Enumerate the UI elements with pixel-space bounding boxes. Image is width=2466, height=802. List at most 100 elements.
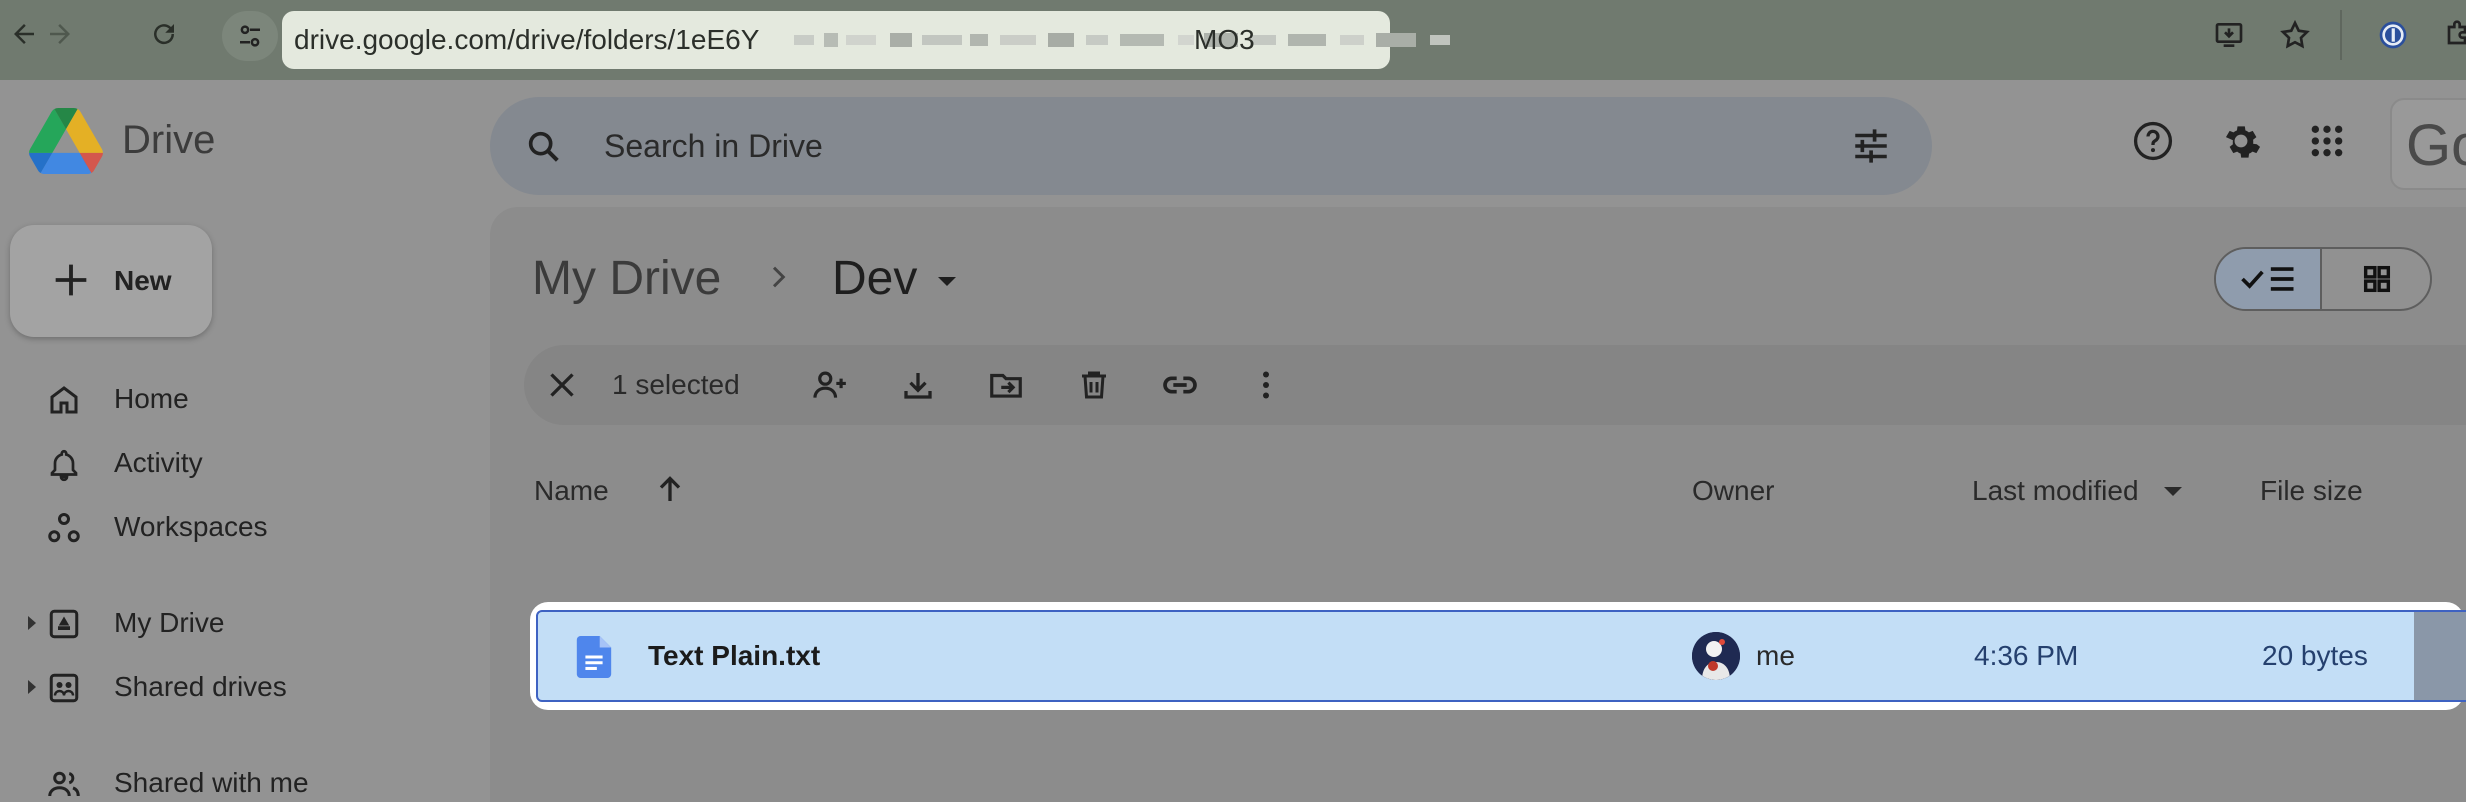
- plus-icon: [55, 264, 87, 296]
- close-icon[interactable]: [544, 367, 580, 403]
- file-name[interactable]: Text Plain.txt: [648, 612, 820, 700]
- sidebar-item-label: Activity: [114, 447, 203, 478]
- account-logo-text: Go: [2406, 113, 2466, 178]
- add-person-icon: [813, 371, 846, 398]
- more-vert-icon: [1263, 371, 1269, 399]
- bookmark-button[interactable]: [2274, 14, 2316, 56]
- folder-menu-dropdown-icon[interactable]: [938, 277, 956, 286]
- workspaces-icon: [48, 513, 80, 543]
- password-extension-button[interactable]: [2372, 14, 2414, 56]
- settings-button[interactable]: [2218, 118, 2264, 164]
- search-input[interactable]: Search in Drive: [604, 97, 823, 195]
- bell-icon: [50, 449, 78, 482]
- my-drive-icon: [49, 609, 79, 639]
- more-actions-button[interactable]: [1246, 365, 1286, 405]
- redacted-url-segment: [794, 33, 1450, 47]
- file-owner: me: [1756, 640, 1795, 671]
- arrow-right-icon: [50, 24, 70, 44]
- expand-caret-icon[interactable]: [28, 680, 36, 694]
- file-last-modified: 4:36 PM: [1974, 640, 2079, 671]
- chevron-right-icon: [772, 266, 786, 288]
- sidebar-item-label: Shared with me: [114, 767, 309, 798]
- apps-button[interactable]: [2304, 118, 2350, 164]
- sidebar-item-label: Home: [114, 383, 189, 414]
- download-button[interactable]: [898, 365, 938, 405]
- sidebar-item-home[interactable]: Home: [0, 372, 480, 426]
- new-button[interactable]: New: [10, 225, 212, 337]
- star-icon: [2280, 19, 2310, 49]
- sidebar-item-shared-drives[interactable]: Shared drives: [0, 660, 480, 714]
- selection-toolbar: 1 selected: [524, 345, 2466, 425]
- grid-icon: [2363, 265, 2391, 293]
- home-icon: [50, 386, 78, 414]
- drive-logo-icon: [29, 108, 103, 174]
- sidebar-item-label: My Drive: [114, 607, 225, 638]
- column-header-owner: Owner: [1692, 475, 1775, 506]
- selected-count: 1 selected: [612, 369, 740, 400]
- file-size: 20 bytes: [2262, 640, 2368, 671]
- share-button[interactable]: [810, 365, 850, 405]
- sidebar-item-workspaces[interactable]: Workspaces: [0, 500, 480, 554]
- extensions-button[interactable]: [2436, 14, 2466, 56]
- move-to-folder-icon: [990, 373, 1022, 398]
- search-options-icon[interactable]: [1850, 125, 1892, 167]
- drive-app: Drive Search in Drive Go New Home Activi…: [0, 80, 2466, 802]
- row-overflow-edge: [2414, 612, 2466, 700]
- help-button[interactable]: [2130, 118, 2176, 164]
- sidebar-item-my-drive[interactable]: My Drive: [0, 596, 480, 650]
- table-row[interactable]: Text Plain.txt me 4:36 PM 20 bytes: [536, 610, 2466, 702]
- new-button-label: New: [114, 265, 172, 296]
- people-icon: [48, 771, 80, 797]
- url-text: drive.google.com/drive/folders/1eE6Y: [294, 24, 760, 55]
- back-button[interactable]: [4, 14, 44, 54]
- copy-link-button[interactable]: [1160, 365, 1200, 405]
- reload-button[interactable]: [144, 14, 184, 54]
- gear-icon: [2225, 126, 2261, 158]
- document-icon: [576, 636, 612, 678]
- list-view-button[interactable]: [2216, 249, 2322, 309]
- url-text-end: MO3: [1194, 24, 1255, 55]
- reload-icon: [154, 24, 175, 45]
- toolbar-divider: [2340, 10, 2342, 60]
- sidebar-item-shared-with-me[interactable]: Shared with me: [0, 756, 480, 802]
- sidebar-item-activity[interactable]: Activity: [0, 436, 480, 490]
- column-header-last-modified[interactable]: Last modified: [1972, 471, 2139, 511]
- column-header-file-size[interactable]: File size: [2260, 471, 2363, 511]
- breadcrumb-current-folder[interactable]: Dev: [832, 251, 917, 306]
- avatar: [1692, 632, 1740, 680]
- search-icon[interactable]: [524, 127, 564, 167]
- sidebar-item-label: Shared drives: [114, 671, 287, 702]
- address-bar[interactable]: drive.google.com/drive/folders/1eE6Y MO3: [282, 11, 1450, 69]
- search-bar[interactable]: Search in Drive: [490, 97, 1932, 195]
- install-app-button[interactable]: [2208, 14, 2250, 56]
- sidebar-item-label: Workspaces: [114, 511, 268, 542]
- site-info-button[interactable]: [222, 11, 278, 61]
- install-app-icon: [2215, 23, 2243, 47]
- main-content: My Drive Dev 1 selected Name Owner Last …: [490, 207, 2466, 802]
- puzzle-icon: [2447, 20, 2466, 45]
- sort-menu-dropdown-icon[interactable]: [2164, 487, 2182, 496]
- delete-button[interactable]: [1074, 365, 1114, 405]
- expand-caret-icon[interactable]: [28, 616, 36, 630]
- owner-avatar-icon: [1692, 632, 1740, 680]
- download-icon: [904, 373, 932, 399]
- tune-icon: [240, 25, 260, 47]
- apps-grid-icon: [2311, 125, 2343, 157]
- breadcrumb-root[interactable]: My Drive: [532, 251, 721, 306]
- link-icon: [1163, 376, 1197, 394]
- grid-view-button[interactable]: [2322, 249, 2430, 309]
- help-icon: [2133, 121, 2173, 161]
- trash-icon: [1082, 371, 1106, 399]
- password-manager-icon: [2379, 21, 2407, 49]
- view-toggle: [2214, 247, 2432, 311]
- sort-ascending-icon[interactable]: [652, 469, 688, 509]
- shared-drives-icon: [49, 673, 79, 703]
- forward-button[interactable]: [40, 14, 80, 54]
- arrow-left-icon: [14, 24, 34, 44]
- account-switcher[interactable]: Go: [2390, 98, 2466, 190]
- browser-toolbar: drive.google.com/drive/folders/1eE6Y MO3: [0, 0, 2466, 80]
- drive-logo[interactable]: [28, 108, 104, 174]
- move-button[interactable]: [986, 365, 1026, 405]
- app-name: Drive: [122, 118, 216, 162]
- column-header-name[interactable]: Name: [534, 471, 609, 511]
